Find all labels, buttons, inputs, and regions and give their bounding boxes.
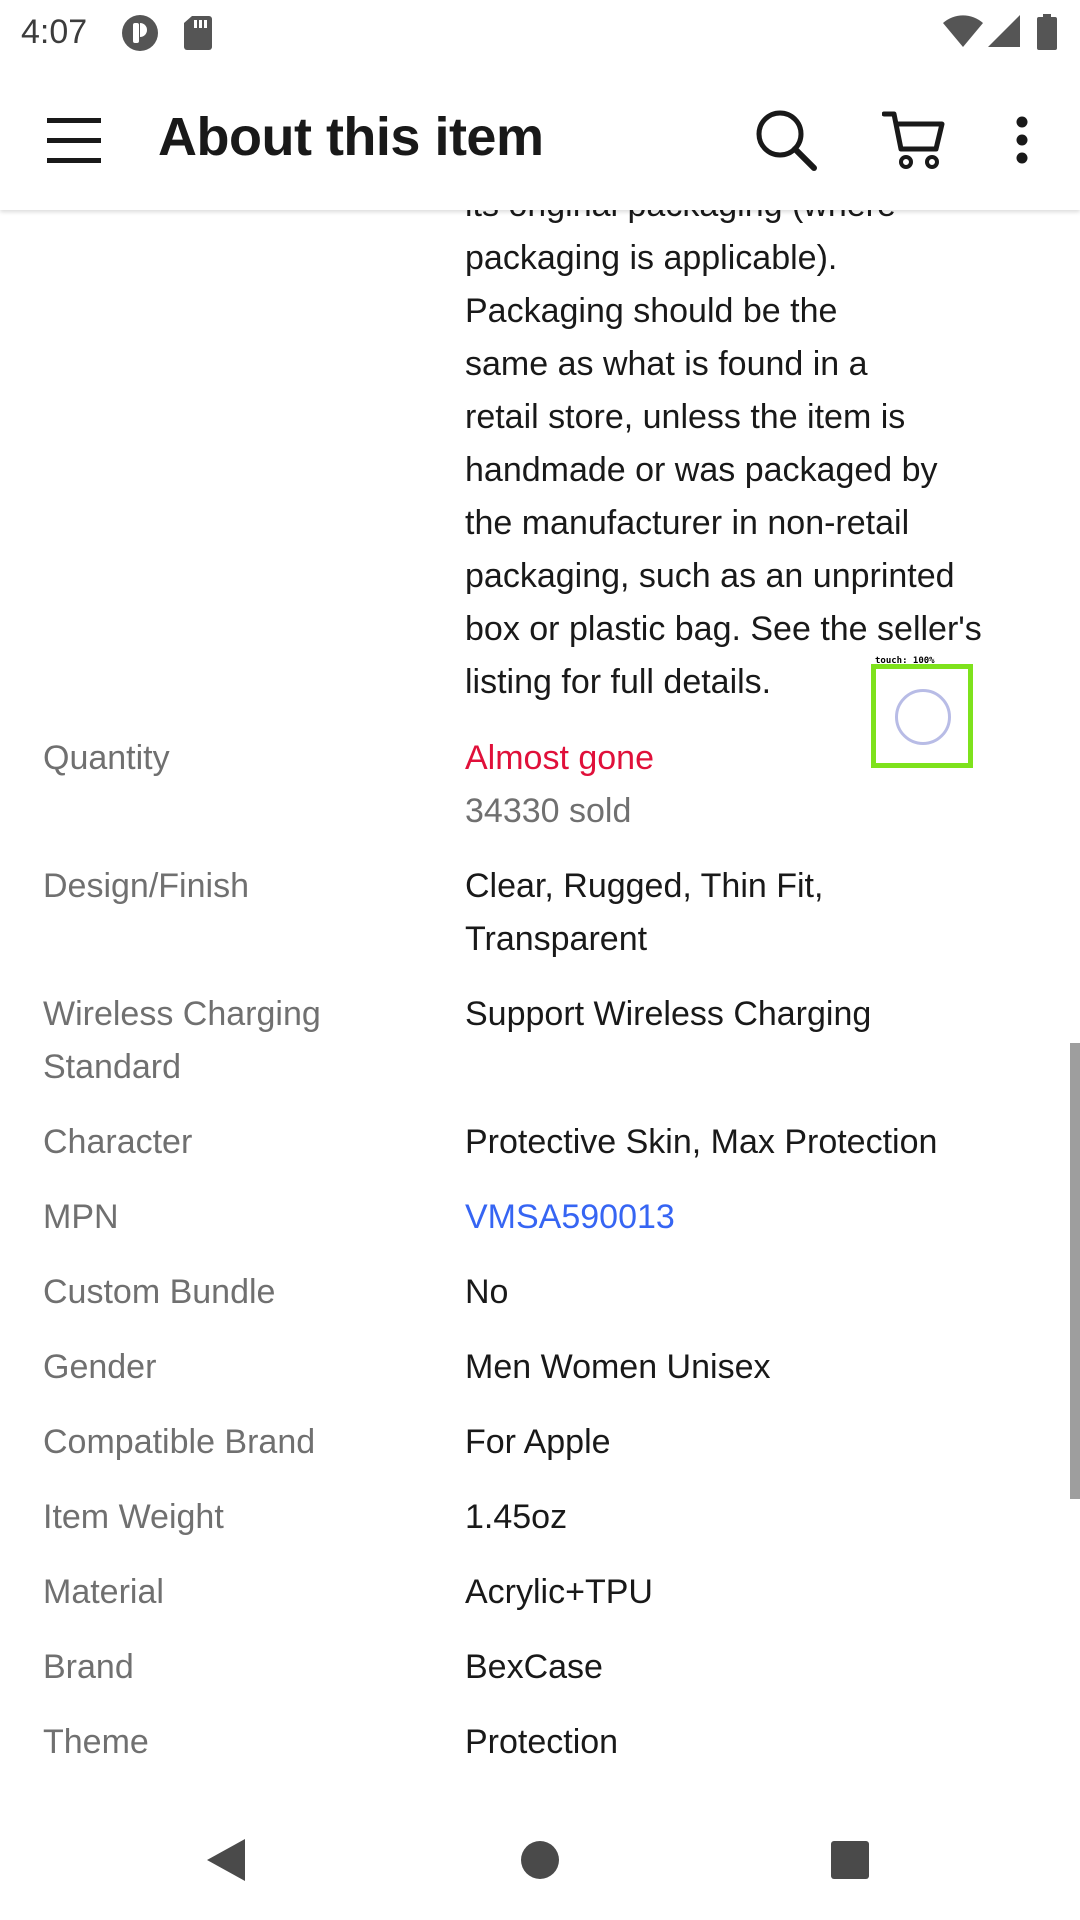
spec-value-text: 1.45oz [465,1498,568,1536]
spec-value-text: Protective Skin, Max Protection [465,1123,938,1161]
spec-label-text: Brand [43,1648,134,1686]
more-options-button[interactable] [1002,100,1042,180]
back-button[interactable] [196,1820,256,1900]
battery-icon [1036,14,1058,55]
spec-label-text: Design/Finish [43,867,249,905]
spec-value-mpn: VMSA590013 [465,1191,1045,1244]
sd-card-icon [183,14,213,55]
spec-value-character: Protective Skin, Max Protection [465,1116,1045,1169]
search-button[interactable] [746,100,826,180]
text-line: Packaging should be the [465,292,838,330]
spec-label-character: Character [43,1116,423,1169]
spec-label-design-finish: Design/Finish [43,860,423,913]
spec-label-gender: Gender [43,1341,423,1394]
spec-label-theme: Theme [43,1716,423,1769]
spec-value-text: BexCase [465,1648,603,1686]
spec-value-wireless-charging-standard: Support Wireless Charging [465,988,1045,1041]
spec-value-gender: Men Women Unisex [465,1341,1045,1394]
spec-label-wireless-charging-standard: Wireless Charging Standard [43,988,423,1094]
search-icon [756,110,817,171]
recents-icon [831,1841,869,1879]
text-line: same as what is found in a [465,345,868,383]
screen: 4:07 About this item packaging is applic… [0,0,1080,1920]
spec-label-text: MPN [43,1198,119,1236]
signal-icon [987,14,1021,53]
spec-label-custom-bundle: Custom Bundle [43,1266,423,1319]
spec-label-brand: Brand [43,1641,423,1694]
spec-value-text: Acrylic+TPU [465,1573,653,1611]
spec-value-text: Men Women Unisex [465,1348,771,1386]
wifi-icon [942,14,984,53]
status-bar: 4:07 [0,0,1080,64]
scrollbar-thumb[interactable] [1070,1043,1080,1499]
spec-value-text: Transparent [465,920,648,958]
condition-description: its original packaging (where packaging … [465,179,1045,709]
spec-label-text: Character [43,1123,193,1161]
spec-label-text: Theme [43,1723,149,1761]
spec-value-text: Support Wireless Charging [465,995,872,1033]
spec-label-quantity: Quantity [43,732,423,785]
item-specifics[interactable]: its original packaging (where packaging … [0,0,1080,1800]
spec-value-brand: BexCase [465,1641,1045,1694]
text-line: the manufacturer in non-retail [465,504,910,542]
text-line: handmade or was packaged by [465,451,938,489]
spec-value-text: Clear, Rugged, Thin Fit, [465,867,824,905]
spec-label-text: Custom Bundle [43,1273,276,1311]
spec-label-material: Material [43,1566,423,1619]
cart-button[interactable] [874,100,954,180]
spec-value-item-weight: 1.45oz [465,1491,1045,1544]
mpn-link[interactable]: VMSA590013 [465,1191,1045,1244]
spec-label-text: Compatible Brand [43,1423,316,1461]
sold-count: 34330 sold [465,792,632,830]
spec-value-design-finish: Clear, Rugged, Thin Fit, Transparent [465,860,1045,966]
spec-label-text: Gender [43,1348,157,1386]
system-nav-bar [0,1800,1080,1920]
menu-button[interactable] [36,102,112,178]
spec-label-item-weight: Item Weight [43,1491,423,1544]
more-vert-icon [1016,116,1028,164]
text-line: packaging, such as an unprinted [465,557,955,595]
text-line: retail store, unless the item is [465,398,906,436]
home-icon [521,1841,559,1879]
spec-value-text: Protection [465,1723,619,1761]
spec-label-text: Wireless Charging [43,995,321,1033]
spec-label-mpn: MPN [43,1191,423,1244]
spec-value-text: For Apple [465,1423,611,1461]
text-line: packaging is applicable). [465,239,838,277]
spec-value-theme: Protection [465,1716,1045,1769]
spec-value-custom-bundle: No [465,1266,1045,1319]
spec-label-text: Quantity [43,739,170,777]
back-icon [207,1839,245,1881]
menu-icon [47,118,101,163]
cart-icon [882,111,945,169]
spec-value-text: No [465,1273,509,1311]
spec-label-text: Material [43,1573,164,1611]
app-notification-icon [121,14,159,57]
touch-point-icon [895,689,951,745]
spec-label-text: Item Weight [43,1498,224,1536]
app-bar: About this item [0,64,1080,210]
recents-button[interactable] [820,1820,880,1900]
text-line: box or plastic bag. See the seller's [465,610,982,648]
home-button[interactable] [510,1820,570,1900]
status-time: 4:07 [21,13,88,51]
spec-label-compatible-brand: Compatible Brand [43,1416,423,1469]
page-title: About this item [158,107,544,167]
spec-value-compatible-brand: For Apple [465,1416,1045,1469]
spec-label-text: Standard [43,1048,181,1086]
spec-value-material: Acrylic+TPU [465,1566,1045,1619]
